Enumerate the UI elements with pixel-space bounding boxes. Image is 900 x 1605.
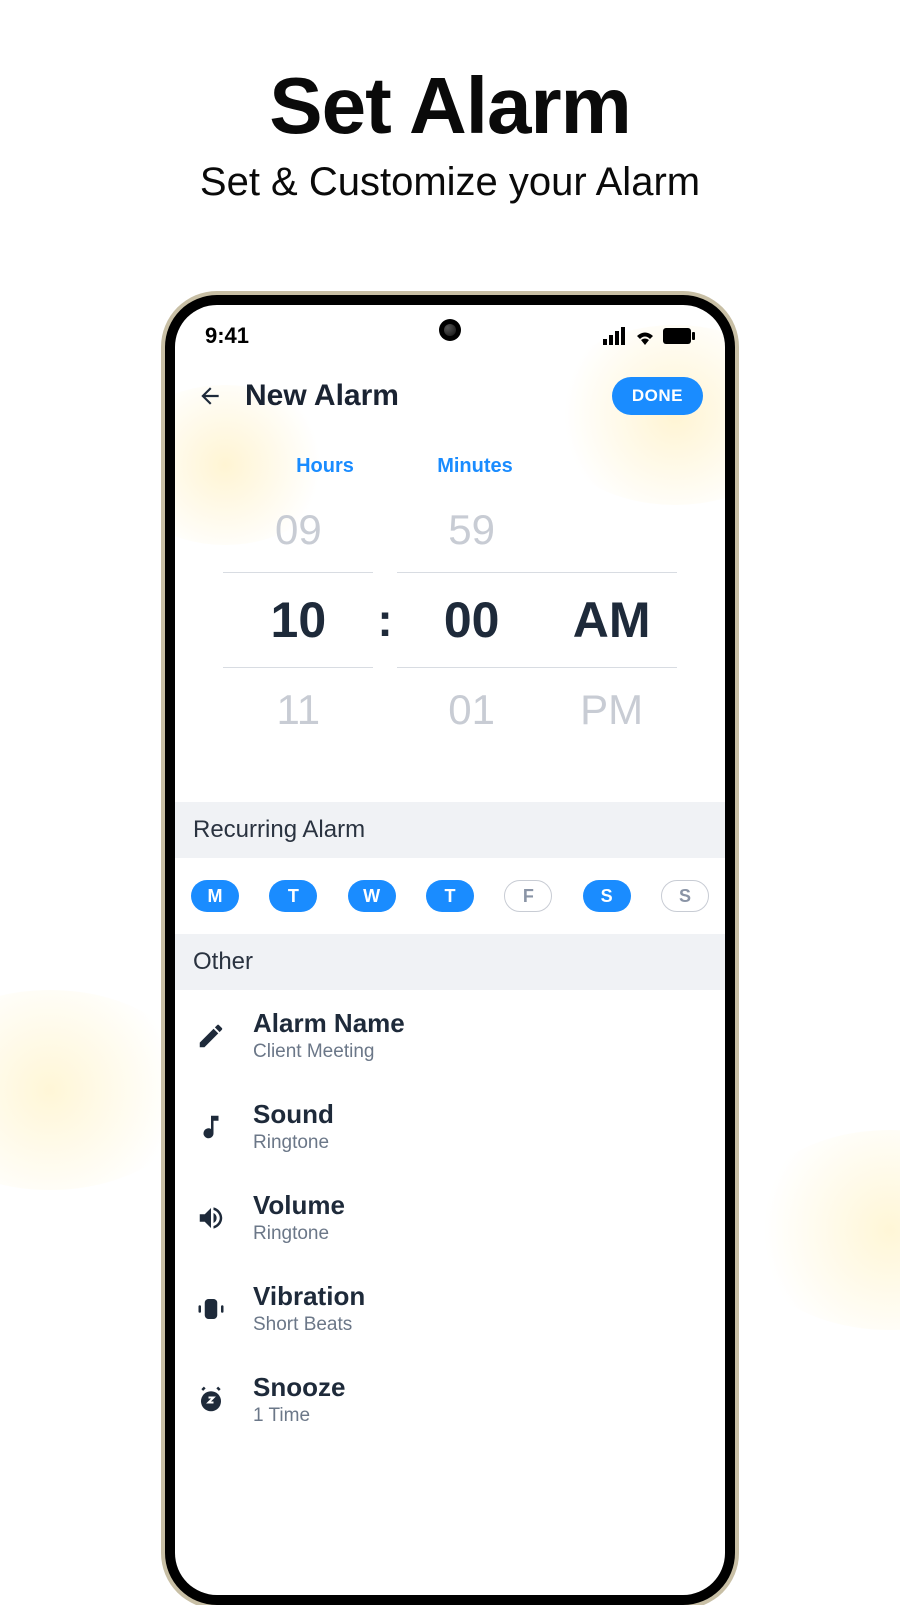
setting-title: Sound <box>253 1099 707 1130</box>
hour-prev: 09 <box>223 488 373 572</box>
setting-title: Snooze <box>253 1372 707 1403</box>
battery-icon <box>663 328 695 344</box>
setting-sub: Ringtone <box>253 1223 707 1245</box>
page-title: New Alarm <box>245 379 399 413</box>
phone-screen: 9:41 New Alarm DONE Hours Minutes <box>175 305 725 1595</box>
day-chip-mon[interactable]: M <box>191 880 239 912</box>
pencil-icon <box>193 1018 229 1054</box>
wifi-icon <box>633 327 657 345</box>
recurring-header: Recurring Alarm <box>175 802 725 858</box>
setting-sub: 1 Time <box>253 1405 707 1427</box>
setting-title: Volume <box>253 1190 707 1221</box>
setting-sound[interactable]: Sound Ringtone <box>175 1081 725 1172</box>
time-picker[interactable]: Hours Minutes 09 10 11 : 59 00 01 <box>175 425 725 802</box>
hour-picker[interactable]: 09 10 11 <box>223 488 373 752</box>
time-colon: : <box>373 593 396 647</box>
setting-sub: Short Beats <box>253 1314 707 1336</box>
hour-selected: 10 <box>223 572 373 668</box>
minutes-label: Minutes <box>400 455 550 478</box>
setting-vibration[interactable]: Vibration Short Beats <box>175 1263 725 1354</box>
back-icon[interactable] <box>197 383 223 409</box>
setting-title: Vibration <box>253 1281 707 1312</box>
ampm-next: PM <box>547 668 677 752</box>
setting-alarm-name[interactable]: Alarm Name Client Meeting <box>175 990 725 1081</box>
setting-title: Alarm Name <box>253 1008 707 1039</box>
setting-sub: Ringtone <box>253 1132 707 1154</box>
app-header: New Alarm DONE <box>175 349 725 425</box>
promo-header: Set Alarm Set & Customize your Alarm <box>0 0 900 205</box>
minute-prev: 59 <box>397 488 547 572</box>
hour-next: 11 <box>223 668 373 752</box>
minute-picker[interactable]: 59 00 01 <box>397 488 547 752</box>
done-button[interactable]: DONE <box>612 377 703 415</box>
promo-subtitle: Set & Customize your Alarm <box>0 160 900 205</box>
day-chip-tue[interactable]: T <box>269 880 317 912</box>
other-header: Other <box>175 934 725 990</box>
ampm-selected: AM <box>547 572 677 668</box>
minute-next: 01 <box>397 668 547 752</box>
snooze-icon <box>193 1382 229 1418</box>
minute-selected: 00 <box>397 572 547 668</box>
hours-label: Hours <box>250 455 400 478</box>
day-chip-fri[interactable]: F <box>504 880 552 912</box>
promo-title: Set Alarm <box>0 60 900 152</box>
ampm-prev <box>547 488 677 572</box>
volume-icon <box>193 1200 229 1236</box>
status-icons <box>603 327 695 345</box>
day-chip-sun[interactable]: S <box>661 880 709 912</box>
day-chip-wed[interactable]: W <box>348 880 396 912</box>
music-icon <box>193 1109 229 1145</box>
setting-volume[interactable]: Volume Ringtone <box>175 1172 725 1263</box>
signal-icon <box>603 327 627 345</box>
vibration-icon <box>193 1291 229 1327</box>
days-row: M T W T F S S <box>175 858 725 934</box>
camera-cutout <box>439 319 461 341</box>
setting-snooze[interactable]: Snooze 1 Time <box>175 1354 725 1445</box>
phone-frame: 9:41 New Alarm DONE Hours Minutes <box>165 295 735 1605</box>
setting-sub: Client Meeting <box>253 1041 707 1063</box>
day-chip-thu[interactable]: T <box>426 880 474 912</box>
settings-list: Alarm Name Client Meeting Sound Ringtone <box>175 990 725 1445</box>
status-time: 9:41 <box>205 323 249 349</box>
ampm-picker[interactable]: AM PM <box>547 488 677 752</box>
day-chip-sat[interactable]: S <box>583 880 631 912</box>
